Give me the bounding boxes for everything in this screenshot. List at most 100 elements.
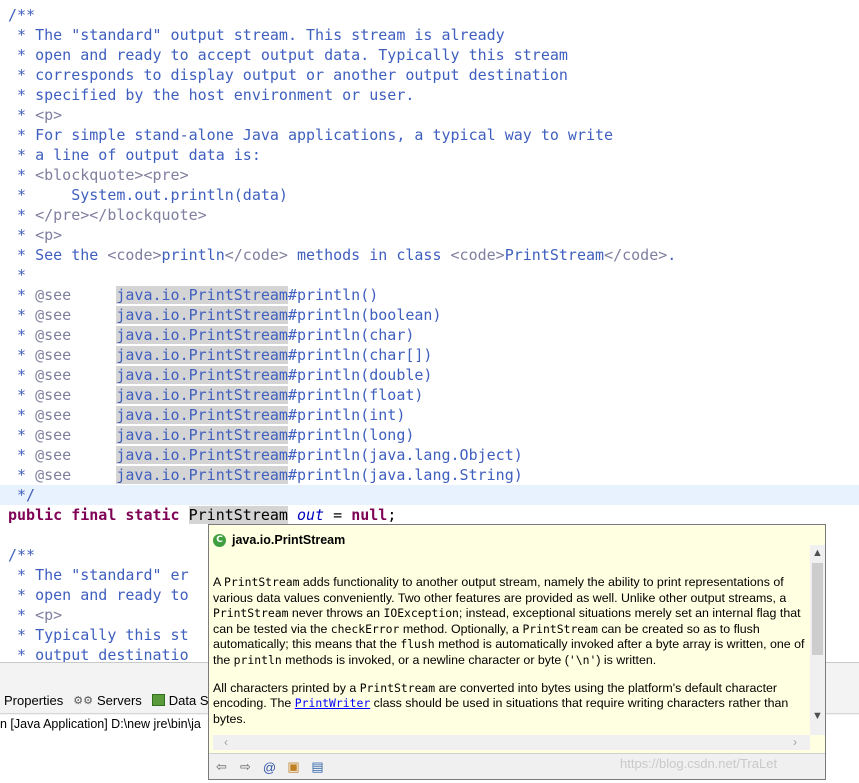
code-token: @see [35,386,72,404]
javadoc-hover-popup[interactable]: C java.io.PrintStream A PrintStream adds… [208,524,826,780]
code-line: * a line of output data is: [8,145,261,165]
open-declaration-icon[interactable]: ▣ [285,759,302,776]
code-line: * System.out.println(data) [8,185,288,205]
code-token: @see [35,346,72,364]
doc-code: PrintStream [359,680,436,695]
code-token: PrintStream [188,506,288,524]
code-token: * System.out.println(data) [8,186,288,204]
code-token: #println(int) [287,406,406,424]
code-token: * [8,286,36,304]
scroll-down-icon[interactable]: ▼ [811,709,824,723]
code-token: * [8,326,36,344]
open-external-javadoc-icon[interactable]: @ [261,759,278,776]
code-token: <blockquote><pre> [35,166,189,184]
doc-code: IOException [383,606,459,621]
code-token: @see [35,406,72,424]
code-token: methods in class [287,246,451,264]
code-token: <code> [107,246,162,264]
doc-text: methods is invoked, or a newline charact… [281,652,569,667]
see-line: * @see java.io.PrintStream#println(int) [8,405,405,425]
code-token: #println(char[]) [287,346,433,364]
code-token: #println(char) [287,326,415,344]
doc-text: All characters printed by a [213,680,360,695]
see-line: * @see java.io.PrintStream#println(char) [8,325,414,345]
code-line-current: */ [0,485,859,505]
code-line: * specified by the host environment or u… [8,85,414,105]
code-token: * Typically this st [8,626,189,644]
code-line: * Typically this st [8,625,189,645]
code-token: * [8,386,36,404]
code-token: </code> [604,246,668,264]
scroll-right-icon[interactable]: › [788,735,802,750]
see-line: * @see java.io.PrintStream#println() [8,285,378,305]
doc-code: println [233,652,282,667]
scroll-thumb[interactable] [812,563,823,655]
code-token: <p> [35,606,63,624]
code-token: </pre></blockquote> [35,206,207,224]
code-line: * The "standard" output stream. This str… [8,25,505,45]
code-line: * <blockquote><pre> [8,165,189,185]
doc-text: never throws an [288,606,384,621]
code-token: java.io.PrintStream [116,406,288,424]
see-line: * @see java.io.PrintStream#println(java.… [8,445,523,465]
tab-properties-label: Properties [4,692,64,708]
scroll-up-icon[interactable]: ▲ [811,546,824,560]
hover-paragraph: A PrintStream adds functionality to anot… [213,575,811,669]
doc-code: PrintStream [224,575,300,589]
code-token: * open and ready to [8,586,189,604]
code-line: * <p> [8,605,62,625]
code-token: public final static [8,506,180,524]
back-icon[interactable]: ⇦ [213,759,230,776]
see-line: * @see java.io.PrintStream#println(float… [8,385,423,405]
code-token: <code> [450,246,505,264]
code-token: null [351,506,388,524]
doc-text: adds functionality to another output str… [213,575,787,605]
code-token: java.io.PrintStream [116,346,288,364]
doc-text: A [213,575,225,589]
forward-icon[interactable]: ⇨ [237,759,254,776]
code-token: * [8,306,36,324]
scroll-left-icon[interactable]: ‹ [219,735,233,750]
code-token: out [297,506,325,524]
code-token: * [8,406,36,424]
doc-code: checkError [330,621,400,636]
code-token: #println(double) [287,366,433,384]
code-token: #println(java.lang.String) [287,466,523,484]
code-token: * open and ready to accept output data. … [8,46,568,64]
declaration-line: public final static PrintStream out = nu… [8,505,396,525]
code-line: /** [8,5,35,25]
code-token: * [8,106,36,124]
doc-text: method. Optionally, a [399,621,523,636]
code-line: * The "standard" er [8,565,189,585]
hover-horizontal-scrollbar[interactable]: ‹ › [213,735,810,750]
code-token: * [8,266,27,284]
code-token: @see [35,286,72,304]
code-line: * </pre></blockquote> [8,205,207,225]
code-token: </code> [224,246,288,264]
hover-vertical-scrollbar[interactable]: ▲ ▼ [810,545,825,735]
code-token: /** [8,6,36,24]
code-line: * open and ready to [8,585,189,605]
see-line: * @see java.io.PrintStream#println(long) [8,425,414,445]
doc-link[interactable]: PrintWriter [295,696,370,710]
show-in-javadoc-view-icon[interactable]: ▤ [309,759,326,776]
doc-code: PrintStream [522,621,598,636]
tab-servers[interactable]: ⚙⚙ Servers [69,693,148,708]
tab-properties[interactable]: Properties [0,693,69,708]
code-token: /** [8,546,36,564]
code-line: * <p> [8,105,62,125]
code-token: ; [387,506,397,524]
code-token: @see [35,426,72,444]
code-token: * specified by the host environment or u… [8,86,415,104]
code-token: #println(long) [287,426,415,444]
code-token: @see [35,326,72,344]
code-token: java.io.PrintStream [116,386,288,404]
code-token: * [8,446,36,464]
code-token: PrintStream [504,246,605,264]
